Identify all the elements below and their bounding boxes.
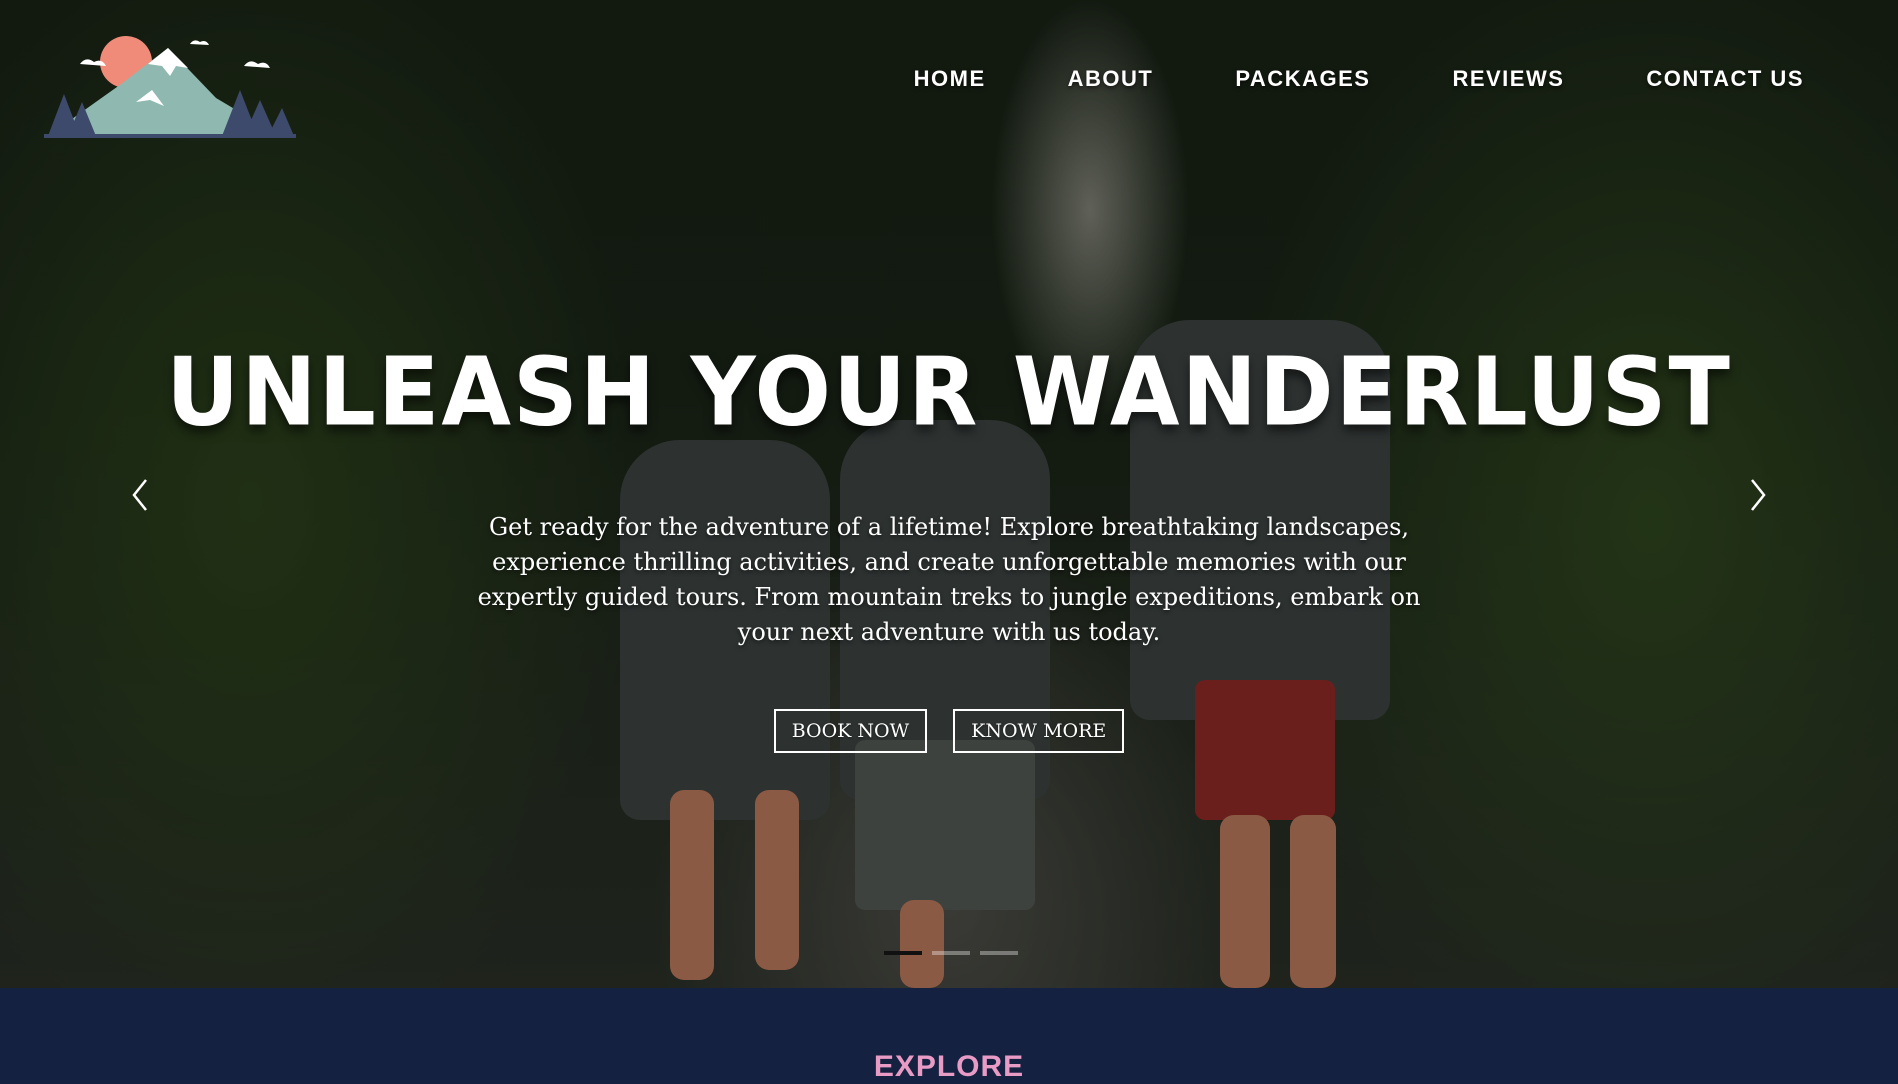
chevron-right-shape — [1751, 479, 1766, 511]
chevron-right-icon[interactable] — [1740, 470, 1776, 520]
hiker-middle-shorts — [855, 740, 1035, 910]
chevron-left-shape — [132, 479, 147, 511]
hiker-left-leg-2 — [755, 790, 799, 970]
logo-cloud-3 — [190, 40, 209, 45]
explore-heading: EXPLORE — [873, 1050, 1025, 1083]
hero-banner — [0, 0, 1898, 988]
nav-item-home[interactable]: HOME — [914, 66, 986, 92]
hero-headline: UNLEASH YOUR WANDERLUST — [166, 337, 1732, 448]
hero-buttons: BOOK NOW KNOW MORE — [0, 709, 1898, 753]
slide-indicator-3[interactable] — [980, 951, 1018, 955]
nav-item-about[interactable]: ABOUT — [1068, 66, 1154, 92]
nav-item-reviews[interactable]: REVIEWS — [1452, 66, 1564, 92]
slide-indicator-1[interactable] — [884, 951, 922, 955]
hiker-left-leg — [670, 790, 714, 980]
hiker-right-leg — [1220, 815, 1270, 988]
hero-description: Get ready for the adventure of a lifetim… — [477, 513, 1421, 646]
slide-indicators — [884, 951, 1018, 955]
chevron-left-icon[interactable] — [122, 470, 158, 520]
logo-cloud-2 — [244, 61, 270, 68]
slide-indicator-2[interactable] — [932, 951, 970, 955]
book-now-button[interactable]: BOOK NOW — [773, 709, 928, 753]
main-nav: HOME ABOUT PACKAGES REVIEWS CONTACT US — [914, 66, 1804, 92]
logo-ground — [44, 134, 296, 138]
nav-item-contact-us[interactable]: CONTACT US — [1646, 66, 1804, 92]
hiker-right-leg-2 — [1290, 815, 1336, 988]
mountain-logo[interactable] — [44, 32, 296, 140]
know-more-button[interactable]: KNOW MORE — [953, 709, 1125, 753]
hiker-middle-leg — [900, 900, 944, 988]
nav-item-packages[interactable]: PACKAGES — [1235, 66, 1370, 92]
logo-trees-right — [222, 90, 294, 136]
